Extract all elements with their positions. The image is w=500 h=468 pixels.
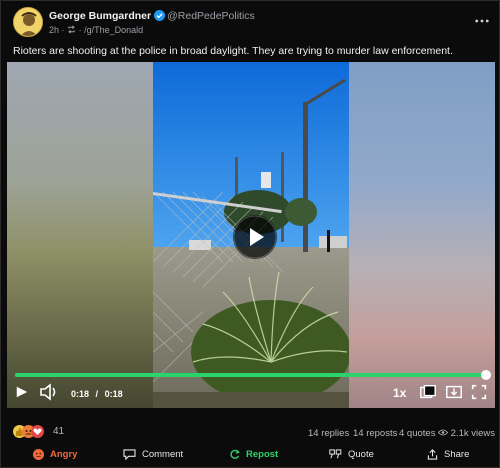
video-progress-fill [15, 373, 486, 377]
react-label: Angry [50, 449, 78, 460]
current-time: 0:18 [71, 389, 90, 399]
quote-button[interactable]: Quote [329, 449, 374, 460]
comment-button[interactable]: Comment [123, 449, 183, 460]
share-button[interactable]: Share [427, 449, 469, 460]
download-icon[interactable] [445, 382, 463, 402]
verified-badge-icon [154, 10, 166, 21]
repost-mini-icon [67, 25, 76, 34]
share-icon [427, 449, 438, 460]
video-progress-bar[interactable] [15, 370, 491, 380]
post-card: George Bumgardner @RedPedePolitics 2h · ·… [0, 0, 500, 468]
repost-button[interactable]: Repost [229, 449, 278, 460]
post-text: Rioters are shooting at the police in br… [13, 45, 453, 57]
video-progress-handle[interactable] [481, 370, 491, 380]
comment-icon [123, 449, 136, 460]
duration: 0:18 [104, 389, 123, 399]
react-button[interactable]: Angry [33, 449, 77, 460]
author-handle[interactable]: @RedPedePolitics [167, 10, 255, 22]
post-stats: 41 14 replies 14 reposts 4 quotes 2.1k v… [1, 421, 500, 441]
reposts-count[interactable]: 14 reposts [353, 428, 397, 439]
repost-icon [229, 449, 240, 460]
angry-face-icon [33, 449, 44, 460]
meta-separator: · [78, 25, 82, 35]
picture-in-picture-icon[interactable] [419, 382, 437, 402]
video-time: 0:18 / 0:18 [71, 389, 123, 399]
reaction-count: 41 [53, 426, 65, 437]
time-separator: / [95, 389, 99, 399]
video-player[interactable]: 0:18 / 0:18 1x [7, 62, 495, 408]
community-link[interactable]: /g/The_Donald [84, 25, 143, 35]
fullscreen-icon[interactable] [470, 382, 488, 402]
volume-icon[interactable] [39, 382, 59, 402]
replies-count[interactable]: 14 replies [308, 428, 349, 439]
post-header: George Bumgardner @RedPedePolitics 2h · ·… [13, 7, 489, 39]
more-options-icon[interactable] [475, 10, 489, 26]
quote-icon [329, 449, 342, 460]
views-count: 2.1k views [438, 428, 495, 439]
quotes-count[interactable]: 4 quotes [399, 428, 435, 439]
play-icon[interactable] [15, 382, 29, 402]
comment-label: Comment [142, 449, 184, 460]
play-overlay-button[interactable] [233, 215, 277, 259]
video-blur-right [349, 62, 495, 408]
author-name[interactable]: George Bumgardner [49, 10, 151, 22]
heart-reaction-icon [31, 425, 44, 438]
post-actions: Angry Comment Repost Quote Share [1, 447, 500, 467]
quote-label: Quote [348, 449, 374, 460]
share-label: Share [444, 449, 470, 460]
post-time[interactable]: 2h [49, 25, 59, 35]
repost-label: Repost [246, 449, 279, 460]
meta-separator: · [61, 25, 65, 35]
video-blur-left [7, 62, 153, 408]
playback-speed-button[interactable]: 1x [393, 386, 406, 400]
avatar[interactable] [13, 7, 43, 37]
views-label: 2.1k views [450, 428, 495, 439]
